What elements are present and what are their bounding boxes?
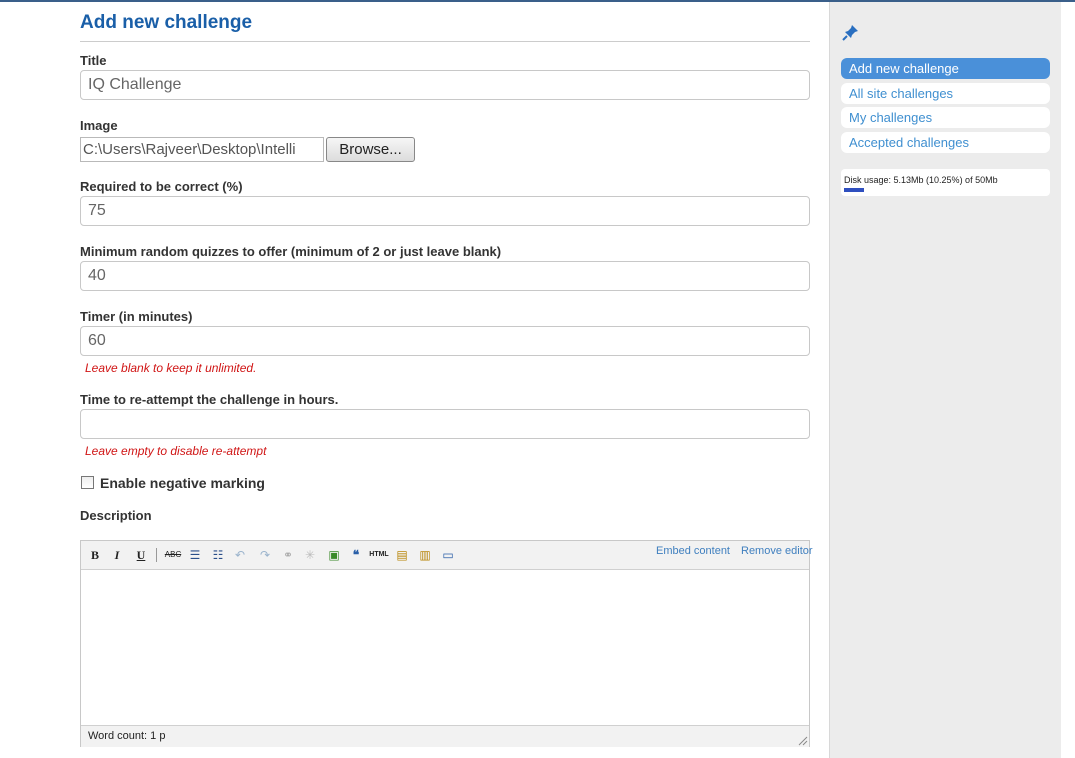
paste-word-icon[interactable]: ▥ [418,548,432,562]
resize-handle-icon[interactable] [798,736,808,746]
min-quizzes-label: Minimum random quizzes to offer (minimum… [80,244,502,259]
sidebar: Add new challenge All site challenges My… [829,2,1061,758]
page-title: Add new challenge [80,12,253,33]
image-file-input[interactable]: C:\Users\Rajveer\Desktop\Intelli [80,137,324,162]
timer-label: Timer (in minutes) [80,309,193,324]
sidebar-item-add-new-challenge[interactable]: Add new challenge [841,58,1050,79]
pin-icon[interactable] [842,23,860,41]
word-count: Word count: 1 p [88,730,166,742]
html-icon[interactable]: HTML [369,548,389,562]
spellcheck-icon[interactable]: ABC [163,548,183,562]
underline-icon[interactable]: U [134,548,148,562]
title-input[interactable]: IQ Challenge [80,70,810,100]
timer-input[interactable]: 60 [80,326,810,356]
unlink-icon[interactable]: ✳ [303,548,317,562]
italic-icon[interactable]: I [110,548,124,562]
negative-marking-label[interactable]: Enable negative marking [100,475,265,491]
image-icon[interactable]: ▣ [327,548,341,562]
title-label: Title [80,53,107,68]
image-label: Image [80,118,118,133]
paste-text-icon[interactable]: ▤ [395,548,409,562]
sidebar-item-my-challenges[interactable]: My challenges [841,107,1050,128]
reattempt-label: Time to re-attempt the challenge in hour… [80,392,339,407]
reattempt-hint: Leave empty to disable re-attempt [85,444,267,458]
link-icon[interactable]: ⚭ [281,548,295,562]
remove-editor-link[interactable]: Remove editor [741,545,813,557]
bullet-list-icon[interactable]: ☰ [188,548,202,562]
negative-marking-checkbox[interactable] [81,476,94,489]
quote-icon[interactable]: ❝ [349,548,363,562]
disk-usage-text: Disk usage: 5.13Mb (10.25%) of 50Mb [844,175,998,185]
reattempt-input[interactable] [80,409,810,439]
fullscreen-icon[interactable]: ▭ [441,548,455,562]
disk-usage-bar [844,188,1040,192]
numbered-list-icon[interactable]: ☷ [211,548,225,562]
title-divider [80,41,810,42]
sidebar-item-all-site-challenges[interactable]: All site challenges [841,83,1050,104]
editor-toolbar: B I U ABC ☰ ☷ ↶ ↷ ⚭ ✳ ▣ ❝ HTML ▤ ▥ ▭ Emb… [81,541,813,570]
correct-percent-label: Required to be correct (%) [80,179,243,194]
timer-hint: Leave blank to keep it unlimited. [85,361,257,375]
disk-usage-fill [844,188,864,192]
rich-text-editor: B I U ABC ☰ ☷ ↶ ↷ ⚭ ✳ ▣ ❝ HTML ▤ ▥ ▭ Emb… [80,540,813,747]
undo-icon[interactable]: ↶ [233,548,247,562]
bold-icon[interactable]: B [88,548,102,562]
min-quizzes-input[interactable]: 40 [80,261,810,291]
disk-usage-panel: Disk usage: 5.13Mb (10.25%) of 50Mb [841,169,1050,196]
browse-button[interactable]: Browse... [326,137,415,162]
editor-text-area[interactable] [81,570,809,725]
embed-content-link[interactable]: Embed content [656,545,730,557]
description-label: Description [80,508,152,523]
sidebar-item-accepted-challenges[interactable]: Accepted challenges [841,132,1050,153]
toolbar-separator [156,548,157,562]
correct-percent-input[interactable]: 75 [80,196,810,226]
editor-statusbar: Word count: 1 p [81,725,809,747]
redo-icon[interactable]: ↷ [258,548,272,562]
